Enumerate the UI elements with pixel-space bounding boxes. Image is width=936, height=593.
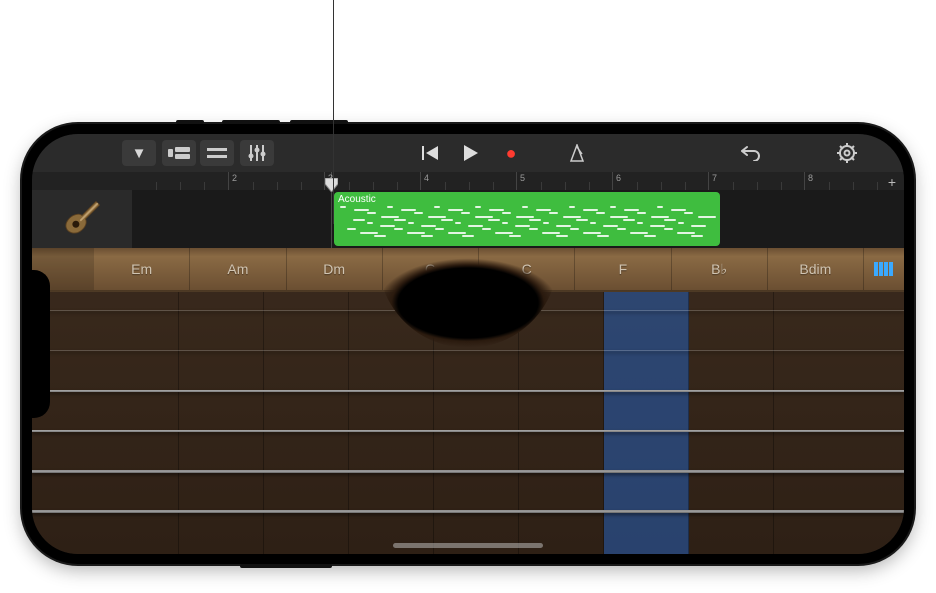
tracks-view-icon (168, 146, 190, 160)
ruler-bar[interactable]: 7 (708, 172, 804, 190)
track-header[interactable] (32, 190, 132, 248)
fx-button[interactable] (200, 140, 234, 166)
play-icon (464, 145, 478, 161)
ruler-bar[interactable] (132, 172, 228, 190)
triangle-down-icon: ▼ (132, 145, 147, 162)
side-button (240, 564, 332, 568)
chord-button[interactable]: Am (190, 248, 286, 290)
midi-region[interactable]: Acoustic (334, 192, 720, 246)
bar-number: 8 (808, 173, 813, 183)
fret-column[interactable] (264, 292, 349, 554)
strings-area[interactable] (32, 292, 904, 554)
toolbar: ▼ (32, 134, 904, 172)
record-icon: ● (506, 143, 517, 164)
autoplay-button[interactable] (864, 248, 904, 290)
ruler-bar[interactable]: 6 (612, 172, 708, 190)
chord-button[interactable]: Bdim (768, 248, 864, 290)
track-controls-button[interactable] (240, 140, 274, 166)
ruler[interactable]: 2 34 5 6 7 8 (32, 172, 904, 190)
bar-number: 2 (232, 173, 237, 183)
metronome-icon (568, 144, 586, 162)
bar-number: 7 (712, 173, 717, 183)
home-indicator[interactable] (393, 543, 543, 548)
ruler-bar[interactable]: 8 (804, 172, 900, 190)
ruler-bar[interactable]: 5 (516, 172, 612, 190)
chord-button[interactable]: Em (94, 248, 190, 290)
chord-button[interactable]: B♭ (672, 248, 768, 290)
guitar-string[interactable] (32, 510, 904, 513)
fret-column[interactable] (689, 292, 774, 554)
autoplay-icon (874, 262, 894, 276)
volume-up-button (222, 120, 280, 124)
screen: ▼ (32, 134, 904, 554)
fret-column[interactable] (519, 292, 604, 554)
browser-button[interactable]: ▼ (122, 140, 156, 166)
bar-number: 4 (424, 173, 429, 183)
guitar-string[interactable] (32, 390, 904, 392)
go-to-beginning-button[interactable] (414, 140, 448, 166)
metronome-button[interactable] (560, 140, 594, 166)
bar-number: 6 (616, 173, 621, 183)
guitar-icon (61, 198, 103, 240)
bar-number: 5 (520, 173, 525, 183)
mute-switch (176, 120, 204, 124)
ruler-bar[interactable]: 4 (420, 172, 516, 190)
fret-column[interactable] (604, 292, 689, 554)
play-button[interactable] (454, 140, 488, 166)
ruler-bar[interactable]: 3 (324, 172, 420, 190)
record-button[interactable]: ● (494, 140, 528, 166)
gear-icon (837, 143, 857, 163)
track-row: Acoustic (32, 190, 904, 248)
fx-icon (207, 146, 227, 160)
settings-button[interactable] (830, 140, 864, 166)
guitar-string[interactable] (32, 470, 904, 473)
volume-down-button (290, 120, 348, 124)
region-notes (340, 206, 714, 242)
fretboard: EmAmDmGCFB♭Bdim (32, 248, 904, 554)
sliders-icon (248, 145, 266, 161)
phone-frame: ▼ (22, 124, 914, 564)
playhead[interactable] (325, 178, 338, 192)
callout-line (333, 0, 334, 224)
chord-button[interactable]: F (575, 248, 671, 290)
notch (32, 270, 50, 418)
guitar-string[interactable] (32, 430, 904, 432)
view-button[interactable] (162, 140, 196, 166)
chord-button[interactable]: Dm (287, 248, 383, 290)
undo-icon (741, 145, 761, 161)
region-label: Acoustic (338, 194, 716, 205)
undo-button[interactable] (734, 140, 768, 166)
fret-column[interactable] (179, 292, 264, 554)
add-section-button[interactable]: + (888, 174, 896, 190)
guitar-string[interactable] (32, 350, 904, 351)
rewind-icon (422, 146, 440, 160)
ruler-bar[interactable]: 2 (228, 172, 324, 190)
fret-column[interactable] (94, 292, 179, 554)
